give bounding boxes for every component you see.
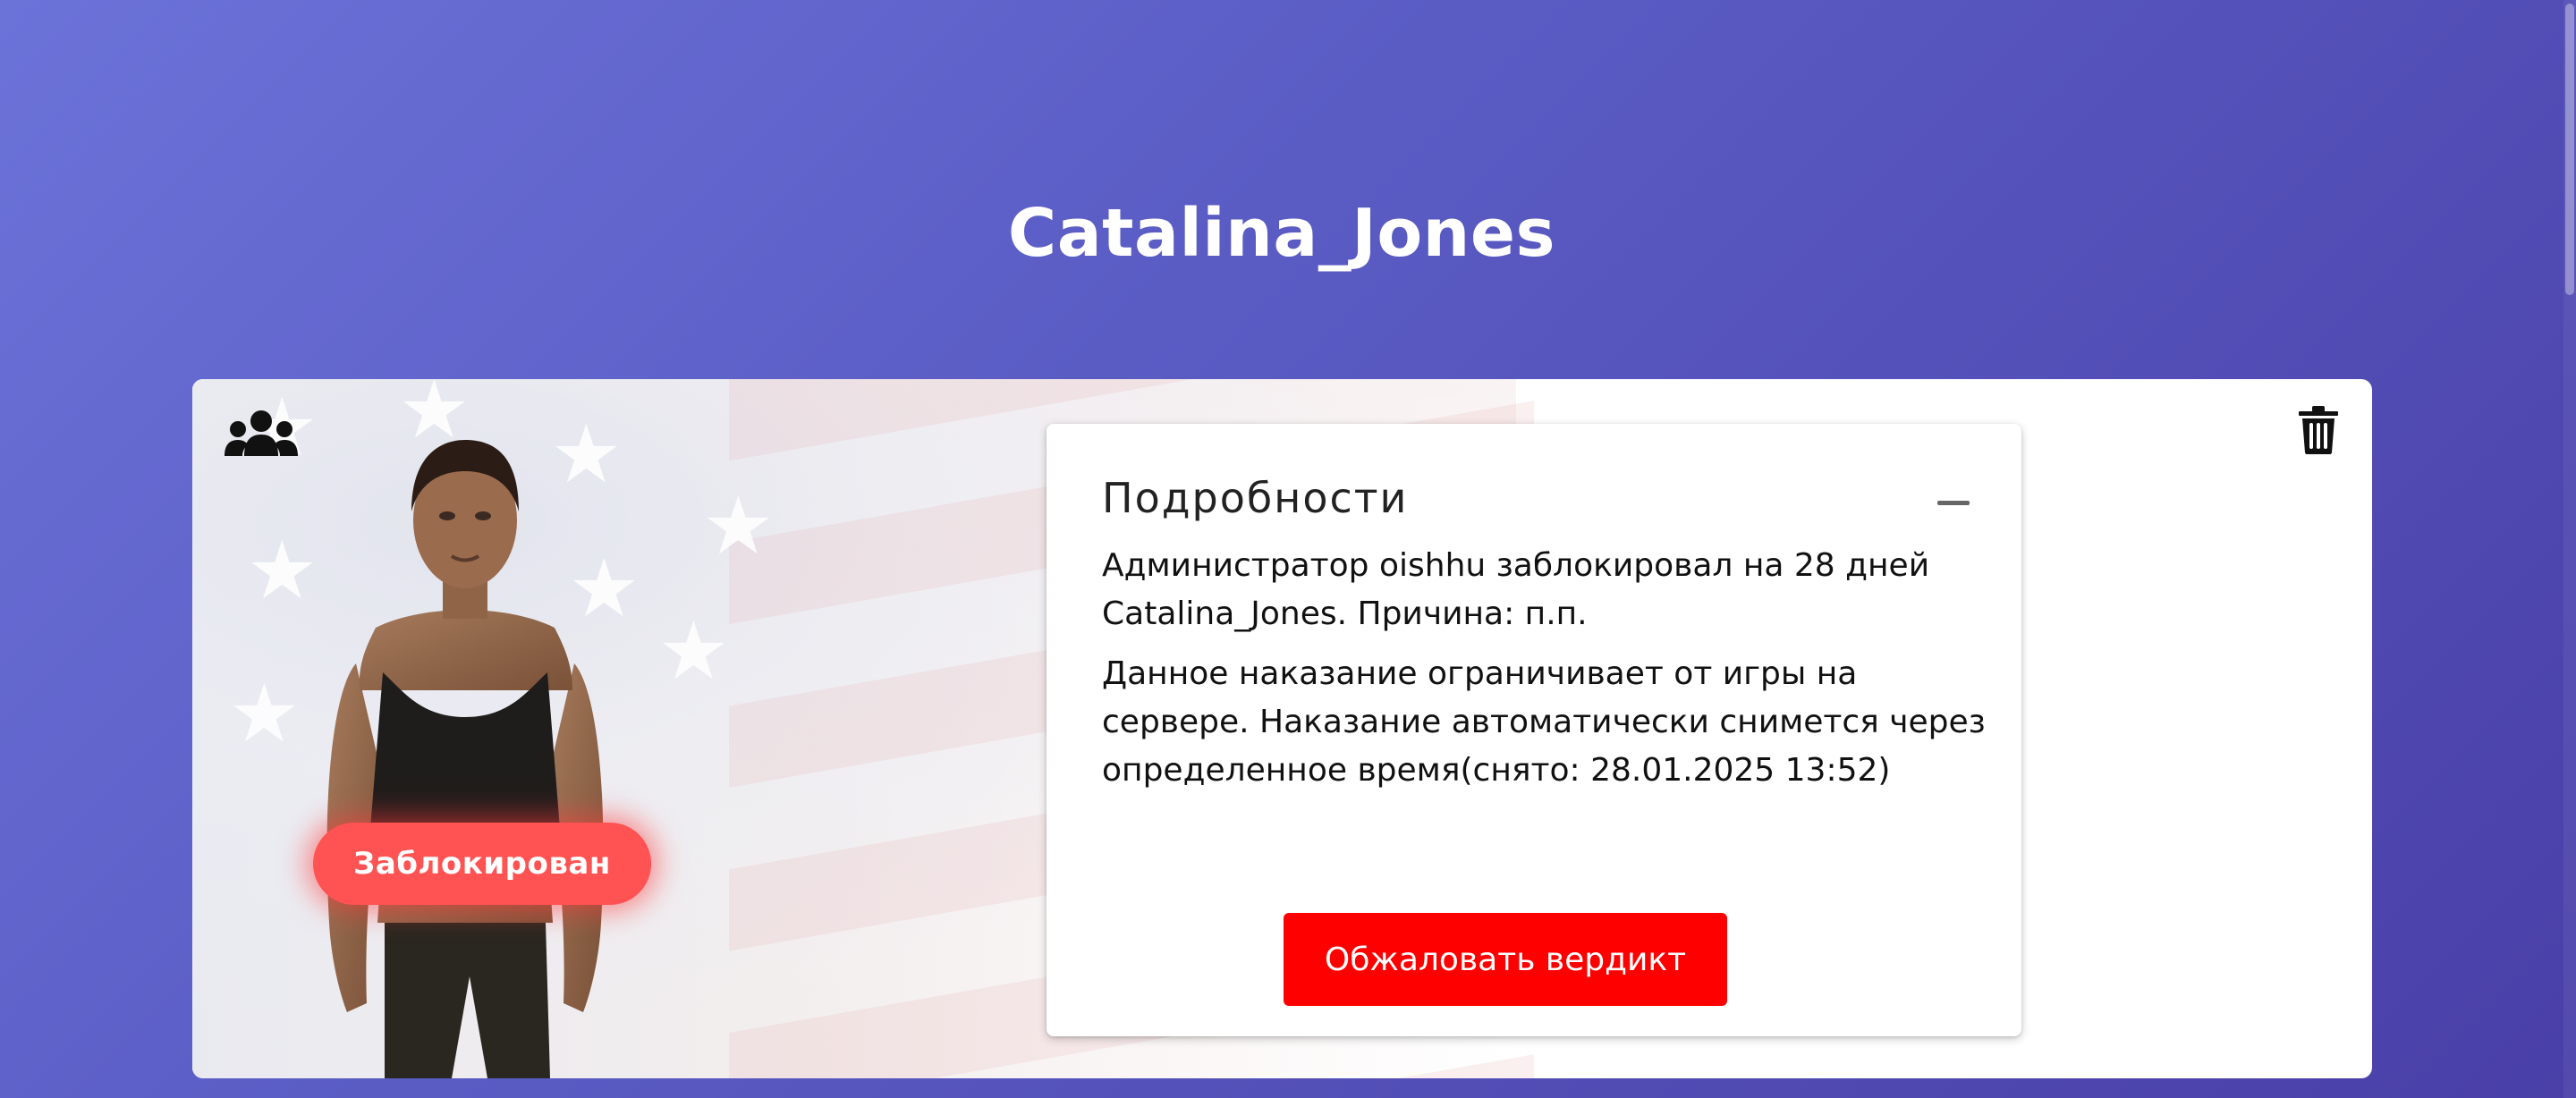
details-title: Подробности (1102, 474, 1409, 522)
minus-icon (1937, 501, 1970, 505)
collapse-button[interactable] (1927, 483, 1980, 522)
status-badge: Заблокирован (313, 823, 651, 905)
page-title: Catalina_Jones (1007, 195, 1556, 272)
trash-icon[interactable] (2299, 406, 2338, 454)
flag-star: ★ (657, 604, 730, 698)
punishment-description: Данное наказание ограничивает от игры на… (1102, 655, 1986, 789)
flag-star: ★ (702, 479, 775, 573)
scrollbar[interactable] (2563, 0, 2576, 1098)
scrollbar-thumb[interactable] (2565, 4, 2574, 295)
player-card: ★ ★ ★ ★ ★ ★ ★ ★ (192, 379, 2372, 1078)
appeal-button[interactable]: Обжаловать вердикт (1284, 913, 1727, 1006)
details-panel: Подробности Администратор oishhu заблоки… (1046, 424, 2021, 1036)
avatar (326, 440, 604, 1078)
punishment-summary: Администратор oishhu заблокировал на 28 … (1102, 547, 1930, 632)
